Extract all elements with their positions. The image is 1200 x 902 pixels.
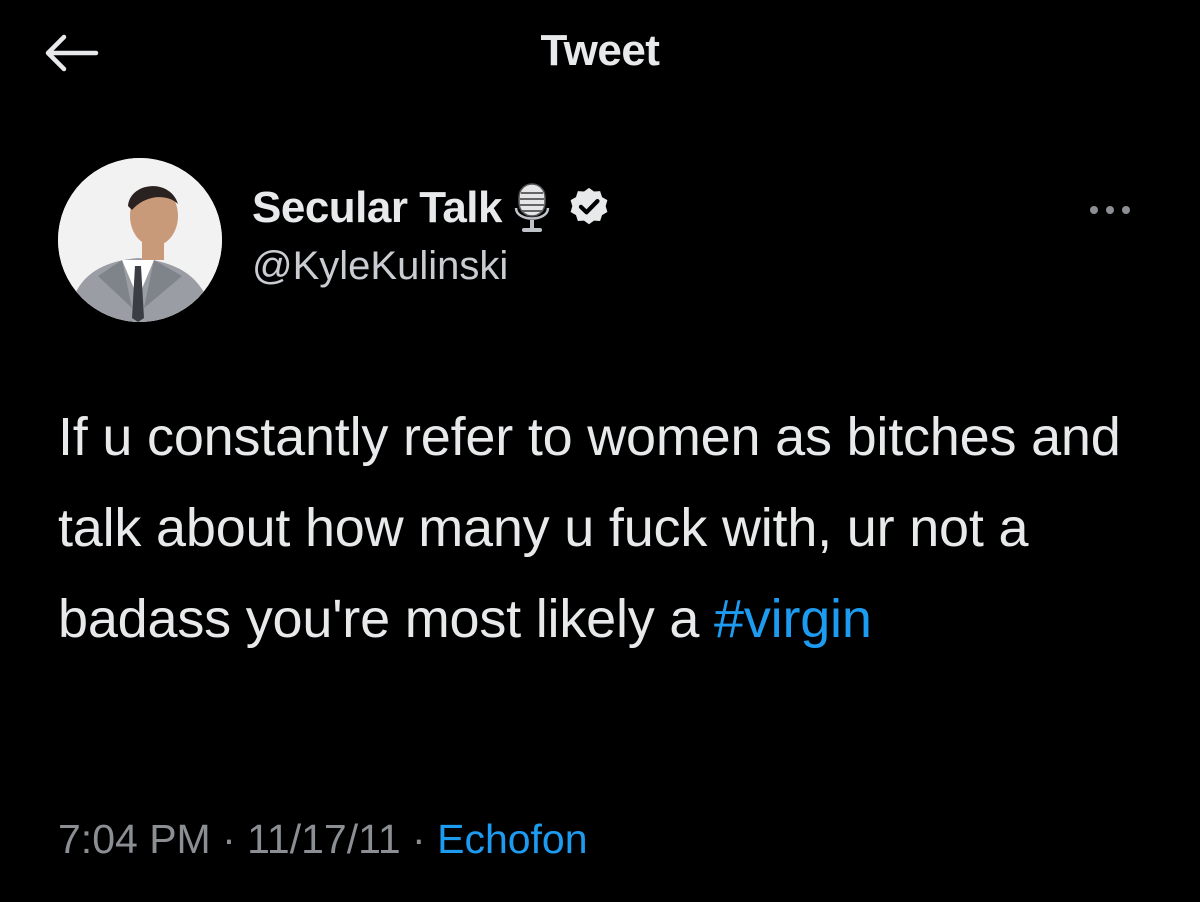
hashtag-link[interactable]: #virgin (714, 589, 872, 649)
user-handle[interactable]: @KyleKulinski (252, 244, 612, 289)
top-bar: Tweet (0, 0, 1200, 110)
verified-badge-icon (570, 187, 608, 225)
page-title: Tweet (540, 26, 660, 75)
meta-separator: · (210, 816, 248, 862)
tweet-metadata: 7:04 PM · 11/17/11 · Echofon (58, 816, 588, 863)
tweet-source-link[interactable]: Echofon (437, 816, 587, 862)
tweet-body-text: If u constantly refer to women as bitche… (58, 407, 1121, 649)
more-horizontal-icon (1090, 206, 1130, 214)
display-name[interactable]: Secular Talk (252, 183, 503, 233)
tweet-text: If u constantly refer to women as bitche… (58, 392, 1158, 665)
avatar[interactable] (58, 158, 222, 322)
tweet-header: Secular Talk @KyleKulinski (58, 158, 1148, 323)
more-options-button[interactable] (1080, 196, 1140, 224)
microphone-icon (514, 183, 550, 232)
tweet-date[interactable]: 11/17/11 (247, 816, 401, 862)
avatar-photo (58, 158, 222, 322)
meta-separator: · (400, 816, 438, 862)
author-info[interactable]: Secular Talk @KyleKulinski (252, 180, 612, 289)
tweet-time[interactable]: 7:04 PM (58, 816, 211, 862)
